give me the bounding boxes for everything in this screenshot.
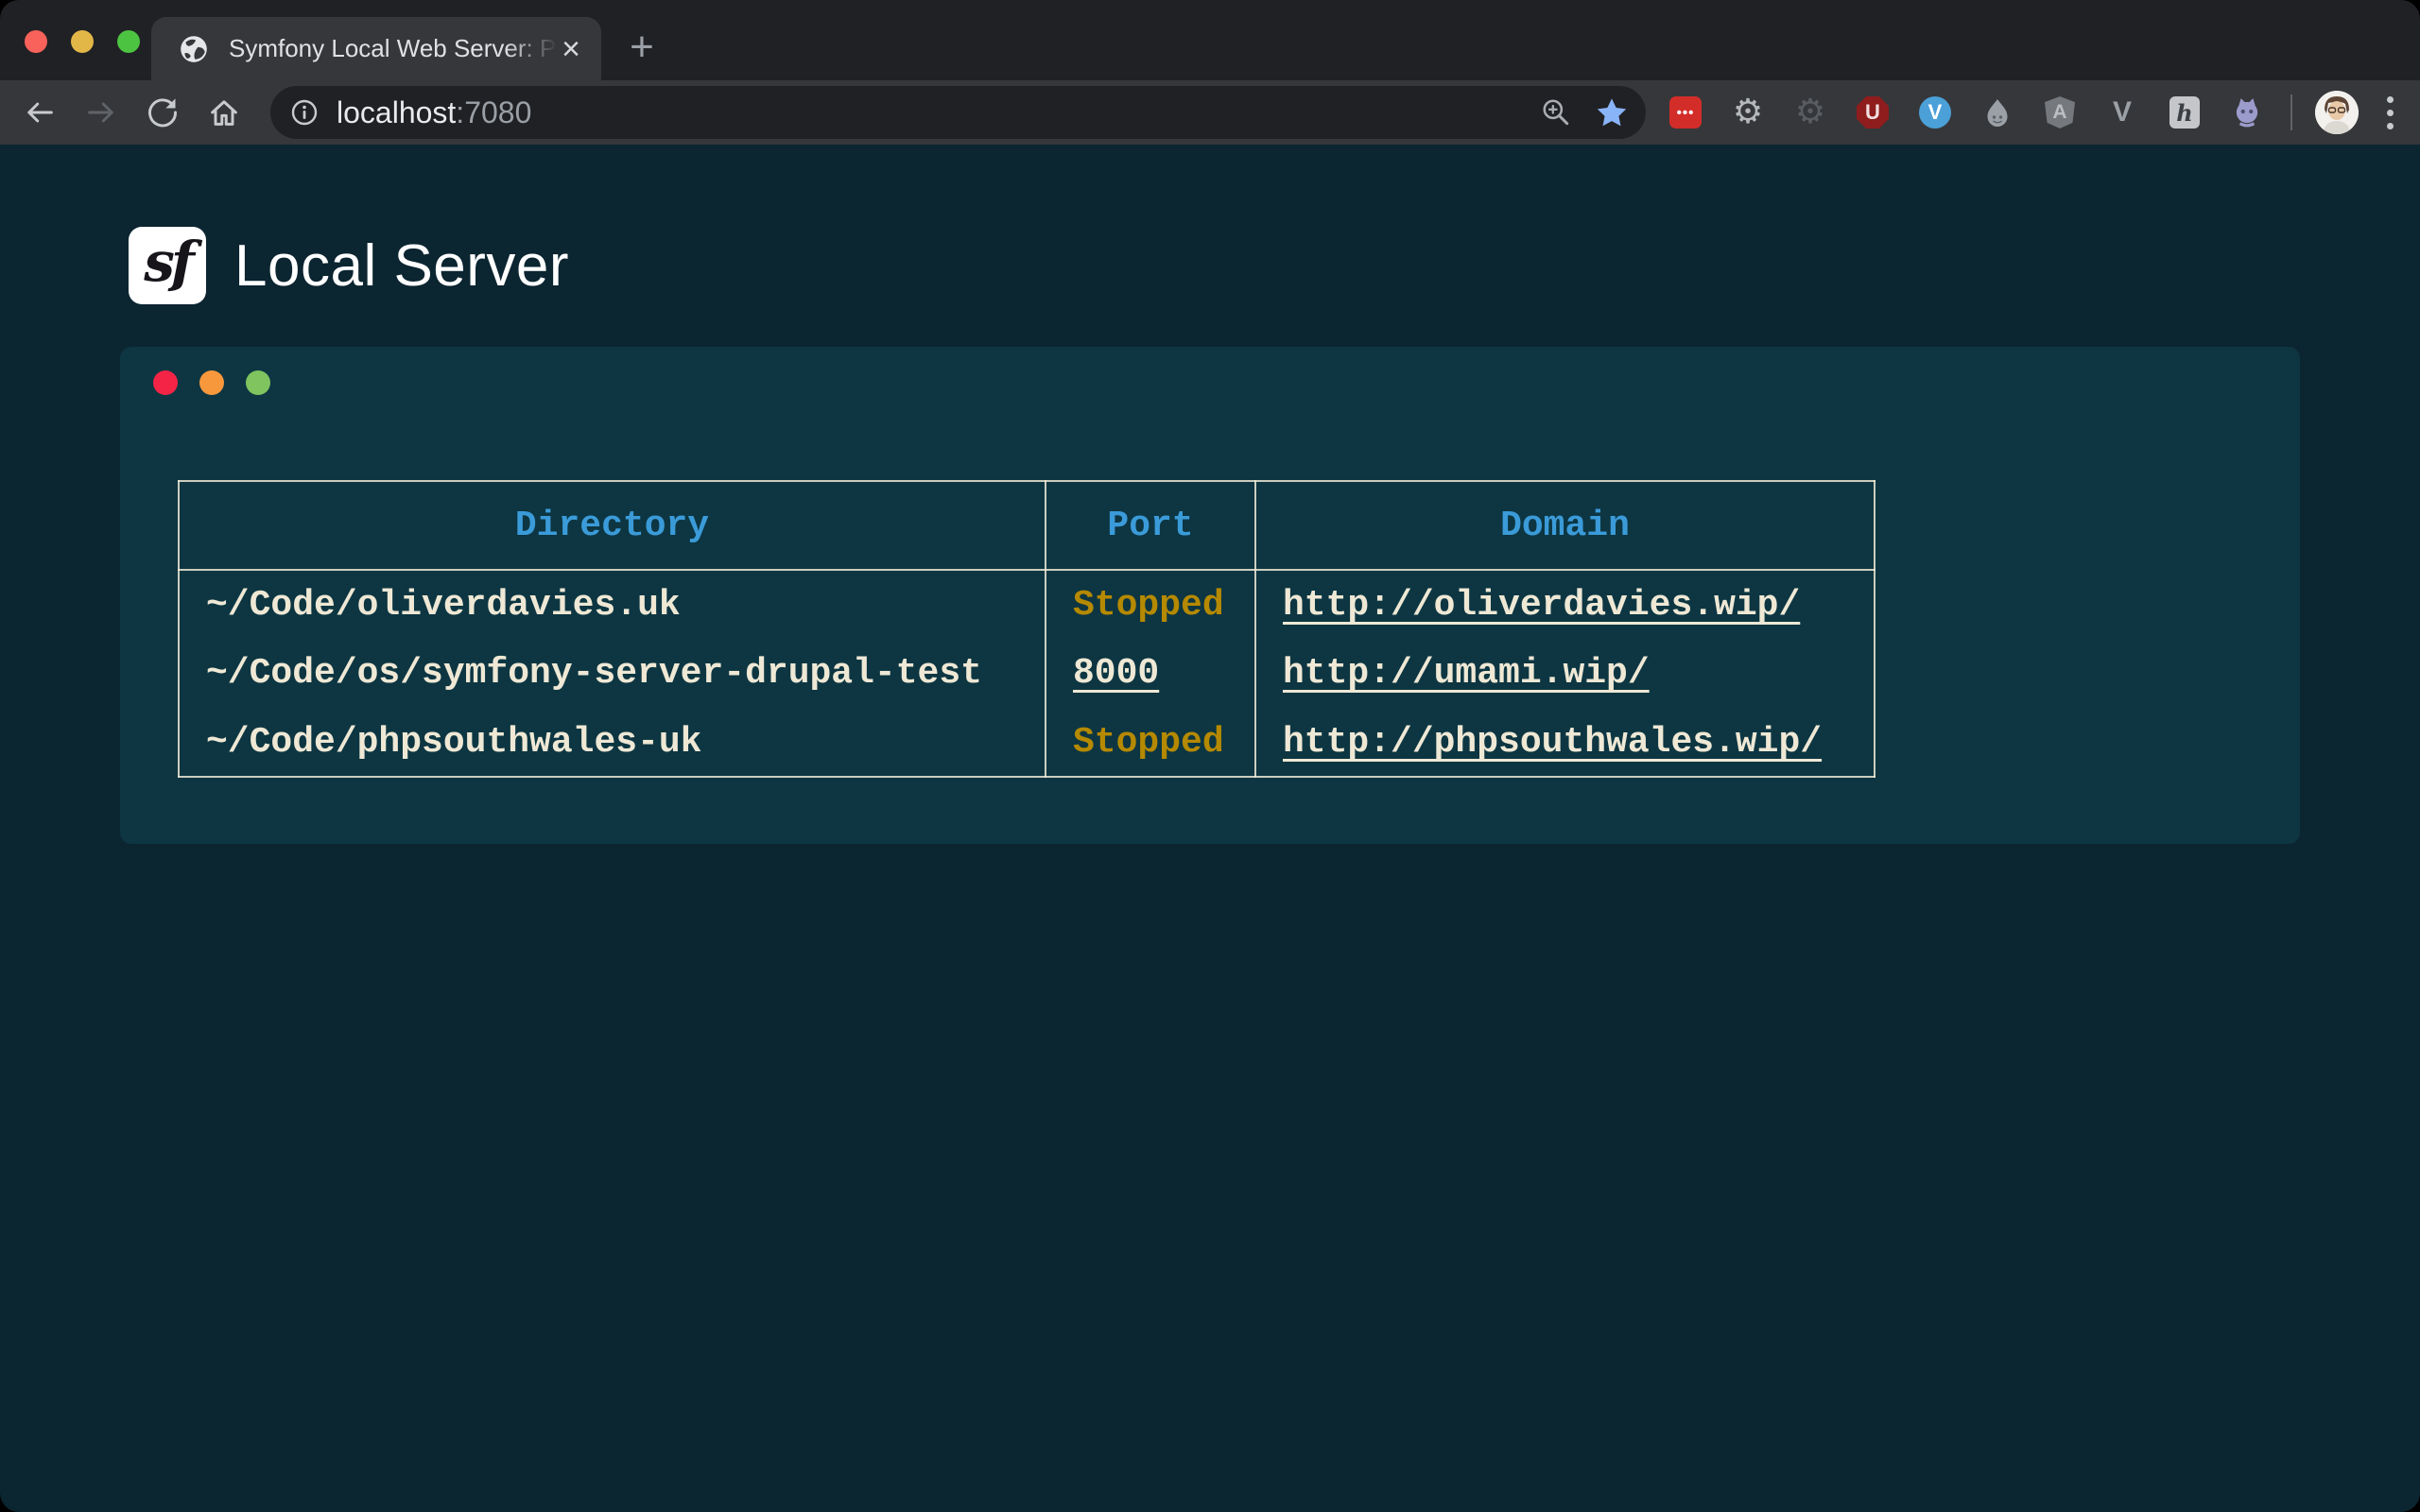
gear-disabled-extension-icon[interactable]: ⚙: [1793, 95, 1827, 129]
terminal-red-dot: [153, 370, 178, 395]
directory-column-header: Directory: [179, 481, 1046, 570]
table-row: ~/Code/oliverdavies.uk Stopped http://ol…: [179, 570, 1875, 639]
window-controls: [25, 30, 140, 53]
browser-window: Symfony Local Web Server: Prox × +: [0, 0, 2420, 1512]
port-link[interactable]: 8000: [1073, 653, 1159, 694]
terminal-window-dots: [153, 370, 2300, 395]
angular-extension-icon[interactable]: A: [2043, 95, 2077, 129]
domain-column-header: Domain: [1255, 481, 1875, 570]
profile-avatar[interactable]: [2315, 91, 2359, 134]
vimium-extension-icon[interactable]: V: [1918, 95, 1952, 129]
h-extension-icon[interactable]: h: [2168, 95, 2202, 129]
url-host: localhost: [337, 95, 456, 129]
domain-link[interactable]: http://oliverdavies.wip/: [1283, 585, 1800, 626]
domain-cell: http://phpsouthwales.wip/: [1255, 708, 1875, 777]
port-status: Stopped: [1073, 585, 1224, 626]
maximize-window-button[interactable]: [117, 30, 140, 53]
ublock-extension-icon[interactable]: U: [1856, 95, 1890, 129]
browser-tab[interactable]: Symfony Local Web Server: Prox ×: [151, 17, 601, 80]
tab-title: Symfony Local Web Server: Prox: [229, 34, 558, 63]
terminal-green-dot: [246, 370, 270, 395]
url-text[interactable]: localhost:7080: [337, 95, 1540, 130]
site-info-icon[interactable]: [289, 97, 320, 128]
table-header-row: Directory Port Domain: [179, 481, 1875, 570]
symfony-logo: sf: [129, 227, 206, 304]
directory-cell: ~/Code/os/symfony-server-drupal-test: [179, 639, 1046, 708]
address-bar[interactable]: localhost:7080: [270, 86, 1646, 139]
port-cell: Stopped: [1046, 708, 1255, 777]
domain-link[interactable]: http://umami.wip/: [1283, 653, 1650, 694]
brand-header: sf Local Server: [129, 227, 2420, 304]
page-content: sf Local Server Directory Port Domain: [0, 145, 2420, 1512]
domain-link[interactable]: http://phpsouthwales.wip/: [1283, 722, 1822, 763]
minimize-window-button[interactable]: [71, 30, 94, 53]
home-button[interactable]: [198, 86, 251, 139]
tab-close-icon[interactable]: ×: [558, 33, 584, 65]
terminal-panel: Directory Port Domain ~/Code/oliverdavie…: [120, 347, 2300, 844]
back-button[interactable]: [13, 86, 66, 139]
github-octocat-extension-icon[interactable]: [2230, 95, 2264, 129]
reload-button[interactable]: [136, 86, 189, 139]
table-row: ~/Code/os/symfony-server-drupal-test 800…: [179, 639, 1875, 708]
domain-cell: http://umami.wip/: [1255, 639, 1875, 708]
terminal-orange-dot: [199, 370, 224, 395]
toolbar-separator: [2290, 94, 2292, 130]
close-window-button[interactable]: [25, 30, 47, 53]
servers-table: Directory Port Domain ~/Code/oliverdavie…: [178, 480, 1876, 778]
bookmark-star-icon[interactable]: [1595, 95, 1629, 129]
new-tab-button[interactable]: +: [619, 26, 665, 72]
directory-cell: ~/Code/oliverdavies.uk: [179, 570, 1046, 639]
port-status: Stopped: [1073, 722, 1224, 763]
port-cell: 8000: [1046, 639, 1255, 708]
port-cell: Stopped: [1046, 570, 1255, 639]
url-port: :7080: [456, 95, 531, 129]
browser-toolbar: localhost:7080 ••• ⚙ ⚙ U: [0, 80, 2420, 145]
gear-extension-icon[interactable]: ⚙: [1731, 95, 1765, 129]
tab-strip: Symfony Local Web Server: Prox × +: [0, 0, 2420, 80]
directory-cell: ~/Code/phpsouthwales-uk: [179, 708, 1046, 777]
zoom-page-icon[interactable]: [1540, 96, 1572, 129]
globe-icon: [178, 33, 210, 65]
vue-extension-icon[interactable]: V: [2105, 95, 2139, 129]
port-column-header: Port: [1046, 481, 1255, 570]
extensions-bar: ••• ⚙ ⚙ U V A: [1668, 95, 2264, 129]
table-row: ~/Code/phpsouthwales-uk Stopped http://p…: [179, 708, 1875, 777]
lastpass-extension-icon[interactable]: •••: [1668, 95, 1703, 129]
forward-button[interactable]: [75, 86, 128, 139]
page-title: Local Server: [234, 232, 569, 300]
drupal-extension-icon[interactable]: [1980, 95, 2014, 129]
chrome-menu-button[interactable]: [2383, 93, 2397, 133]
domain-cell: http://oliverdavies.wip/: [1255, 570, 1875, 639]
